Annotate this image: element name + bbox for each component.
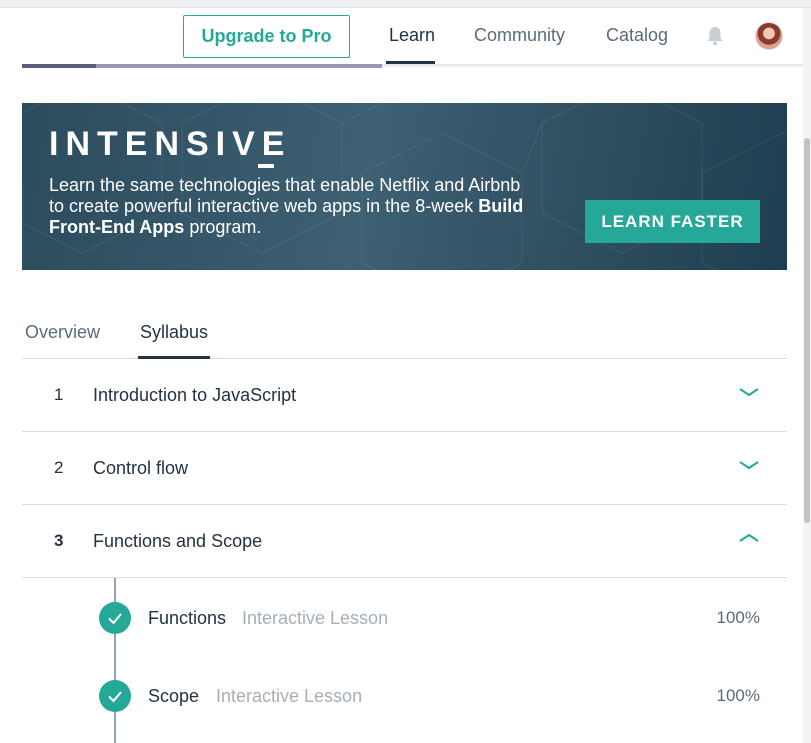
lesson-progress: 100%	[716, 608, 760, 627]
scrollbar-thumb[interactable]	[804, 138, 810, 523]
syllabus-unit-3[interactable]: 3 Functions and Scope	[22, 505, 787, 578]
banner-title-underline	[258, 164, 274, 168]
chevron-down-icon[interactable]	[738, 385, 760, 399]
bell-icon[interactable]	[705, 25, 725, 47]
lesson-scope[interactable]: Scope Interactive Lesson 100%	[22, 676, 787, 716]
chevron-up-icon[interactable]	[738, 531, 760, 545]
nav-learn[interactable]: Learn	[389, 25, 435, 46]
upgrade-to-pro-button[interactable]: Upgrade to Pro	[183, 15, 350, 58]
unit-title: Functions and Scope	[93, 531, 263, 551]
banner-title: INTENSIVE	[49, 125, 292, 163]
lesson-type: Interactive Lesson	[216, 686, 363, 706]
syllabus-unit-1[interactable]: 1 Introduction to JavaScript	[22, 359, 787, 432]
tab-overview[interactable]: Overview	[25, 322, 100, 343]
unit-title: Control flow	[93, 458, 189, 478]
unit-title: Introduction to JavaScript	[93, 385, 297, 405]
unit-number: 3	[54, 531, 64, 550]
lesson-title: Functions	[148, 608, 227, 628]
check-icon	[99, 602, 131, 634]
course-progress-fill	[22, 64, 96, 68]
header-shadow	[382, 64, 803, 68]
banner-description: Learn the same technologies that enable …	[49, 175, 524, 237]
learn-faster-button[interactable]: LEARN FASTER	[585, 200, 760, 243]
unit-number: 1	[54, 385, 64, 404]
syllabus-unit-2[interactable]: 2 Control flow	[22, 432, 787, 505]
intensive-banner: INTENSIVE Learn the same technologies th…	[22, 103, 787, 270]
nav-community[interactable]: Community	[474, 25, 565, 46]
tab-syllabus[interactable]: Syllabus	[140, 322, 208, 343]
top-nav-bar: Upgrade to Pro Learn Community Catalog	[0, 8, 803, 64]
lesson-progress: 100%	[716, 686, 760, 705]
unit-number: 2	[54, 458, 64, 477]
lesson-functions[interactable]: Functions Interactive Lesson 100%	[22, 598, 787, 638]
lesson-title: Scope	[148, 686, 200, 706]
chevron-down-icon[interactable]	[738, 458, 760, 472]
nav-catalog[interactable]: Catalog	[606, 25, 668, 46]
window-top-strip	[0, 0, 811, 8]
check-icon	[99, 680, 131, 712]
avatar[interactable]	[755, 22, 783, 50]
lesson-type: Interactive Lesson	[242, 608, 389, 628]
